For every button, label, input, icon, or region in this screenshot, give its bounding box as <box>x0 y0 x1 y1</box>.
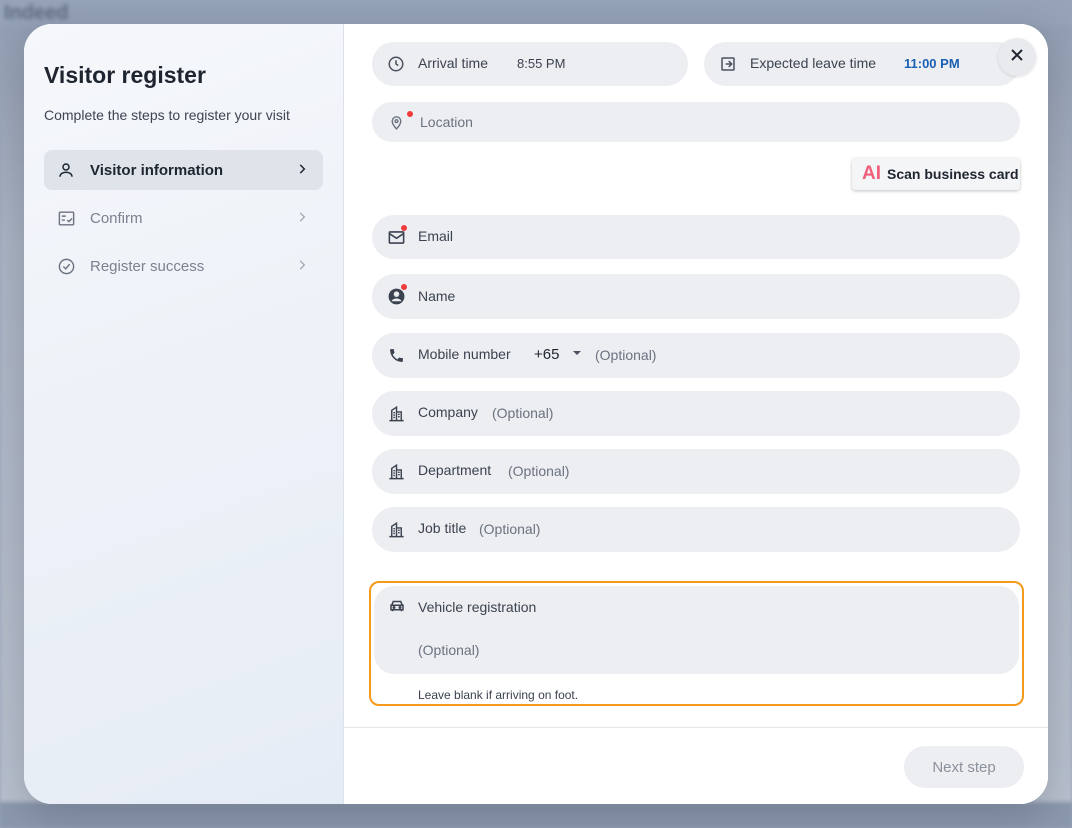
company-field[interactable]: Company (Optional) <box>372 391 1020 436</box>
vehicle-registration-placeholder: (Optional) <box>418 642 480 658</box>
building-icon <box>386 462 406 482</box>
form-panel: Arrival time 8:55 PM Expected leave time… <box>344 24 1048 804</box>
form-scroll-area[interactable]: Arrival time 8:55 PM Expected leave time… <box>344 24 1048 727</box>
step-confirm[interactable]: Confirm <box>44 198 323 238</box>
vehicle-registration-field[interactable]: Vehicle registration (Optional) <box>374 586 1019 674</box>
exit-icon <box>718 54 738 74</box>
arrival-time-field[interactable]: Arrival time 8:55 PM <box>372 42 688 86</box>
close-icon <box>1010 48 1024 67</box>
background-topbar: Indeed <box>0 0 1072 26</box>
expected-leave-time-label: Expected leave time <box>750 55 877 71</box>
mobile-number-field[interactable]: Mobile number +65 (Optional) <box>372 333 1020 378</box>
scan-business-card-button[interactable]: AI Scan business card <box>852 158 1020 190</box>
location-field[interactable]: Location <box>372 102 1020 142</box>
email-label: Email <box>418 228 454 244</box>
steps-list: Visitor information Confirm Register suc <box>44 150 323 294</box>
location-pin-icon <box>386 112 406 132</box>
arrival-time-label: Arrival time <box>418 55 489 71</box>
company-label: Company <box>418 404 478 420</box>
building-icon <box>386 404 406 424</box>
name-label: Name <box>418 288 456 304</box>
check-circle-icon <box>56 256 76 276</box>
email-field[interactable]: Email <box>372 215 1020 259</box>
chevron-right-icon <box>295 258 309 272</box>
clock-icon <box>386 54 406 74</box>
job-title-optional: (Optional) <box>479 521 541 537</box>
step-register-success[interactable]: Register success <box>44 246 323 286</box>
vehicle-registration-focus-ring: Vehicle registration (Optional) Leave bl… <box>369 581 1024 706</box>
vehicle-registration-helper-text: Leave blank if arriving on foot. <box>418 688 579 702</box>
close-button[interactable] <box>998 38 1036 76</box>
name-field[interactable]: Name <box>372 274 1020 319</box>
scan-business-card-label: Scan business card <box>887 166 1019 182</box>
required-indicator <box>401 284 407 290</box>
location-placeholder: Location <box>420 114 473 130</box>
phone-icon <box>386 346 406 366</box>
building-icon <box>386 520 406 540</box>
modal-footer: Next step <box>344 727 1048 804</box>
modal-subtitle: Complete the steps to register your visi… <box>44 107 290 123</box>
step-label: Register success <box>90 257 205 275</box>
chevron-right-icon <box>295 162 309 176</box>
caret-down-icon <box>572 346 582 365</box>
country-code-select[interactable]: +65 <box>534 344 586 366</box>
job-title-label: Job title <box>418 520 467 536</box>
person-icon <box>56 160 76 180</box>
visitor-register-modal: Visitor register Complete the steps to r… <box>24 24 1048 804</box>
step-visitor-information[interactable]: Visitor information <box>44 150 323 190</box>
department-label: Department <box>418 462 492 478</box>
expected-leave-time-value: 11:00 PM <box>904 56 960 71</box>
arrival-time-value: 8:55 PM <box>517 56 566 71</box>
ai-badge: AI <box>862 163 881 184</box>
job-title-field[interactable]: Job title (Optional) <box>372 507 1020 552</box>
next-step-button[interactable]: Next step <box>904 746 1024 788</box>
required-indicator <box>401 225 407 231</box>
company-optional: (Optional) <box>492 405 554 421</box>
steps-panel: Visitor register Complete the steps to r… <box>24 24 344 804</box>
step-label: Confirm <box>90 209 143 227</box>
required-indicator <box>407 111 413 117</box>
chevron-right-icon <box>295 210 309 224</box>
step-label: Visitor information <box>90 161 224 179</box>
background-bottom <box>0 802 1072 828</box>
mobile-number-optional: (Optional) <box>595 347 657 363</box>
expected-leave-time-field[interactable]: Expected leave time 11:00 PM <box>704 42 1020 86</box>
car-icon <box>388 597 408 617</box>
mobile-number-label: Mobile number <box>418 346 511 362</box>
background-brand: Indeed <box>4 2 69 24</box>
country-code-value: +65 <box>534 346 560 363</box>
modal-title: Visitor register <box>44 62 206 88</box>
department-field[interactable]: Department (Optional) <box>372 449 1020 494</box>
vehicle-registration-label: Vehicle registration <box>418 599 537 615</box>
checklist-icon <box>56 208 76 228</box>
department-optional: (Optional) <box>508 463 570 479</box>
